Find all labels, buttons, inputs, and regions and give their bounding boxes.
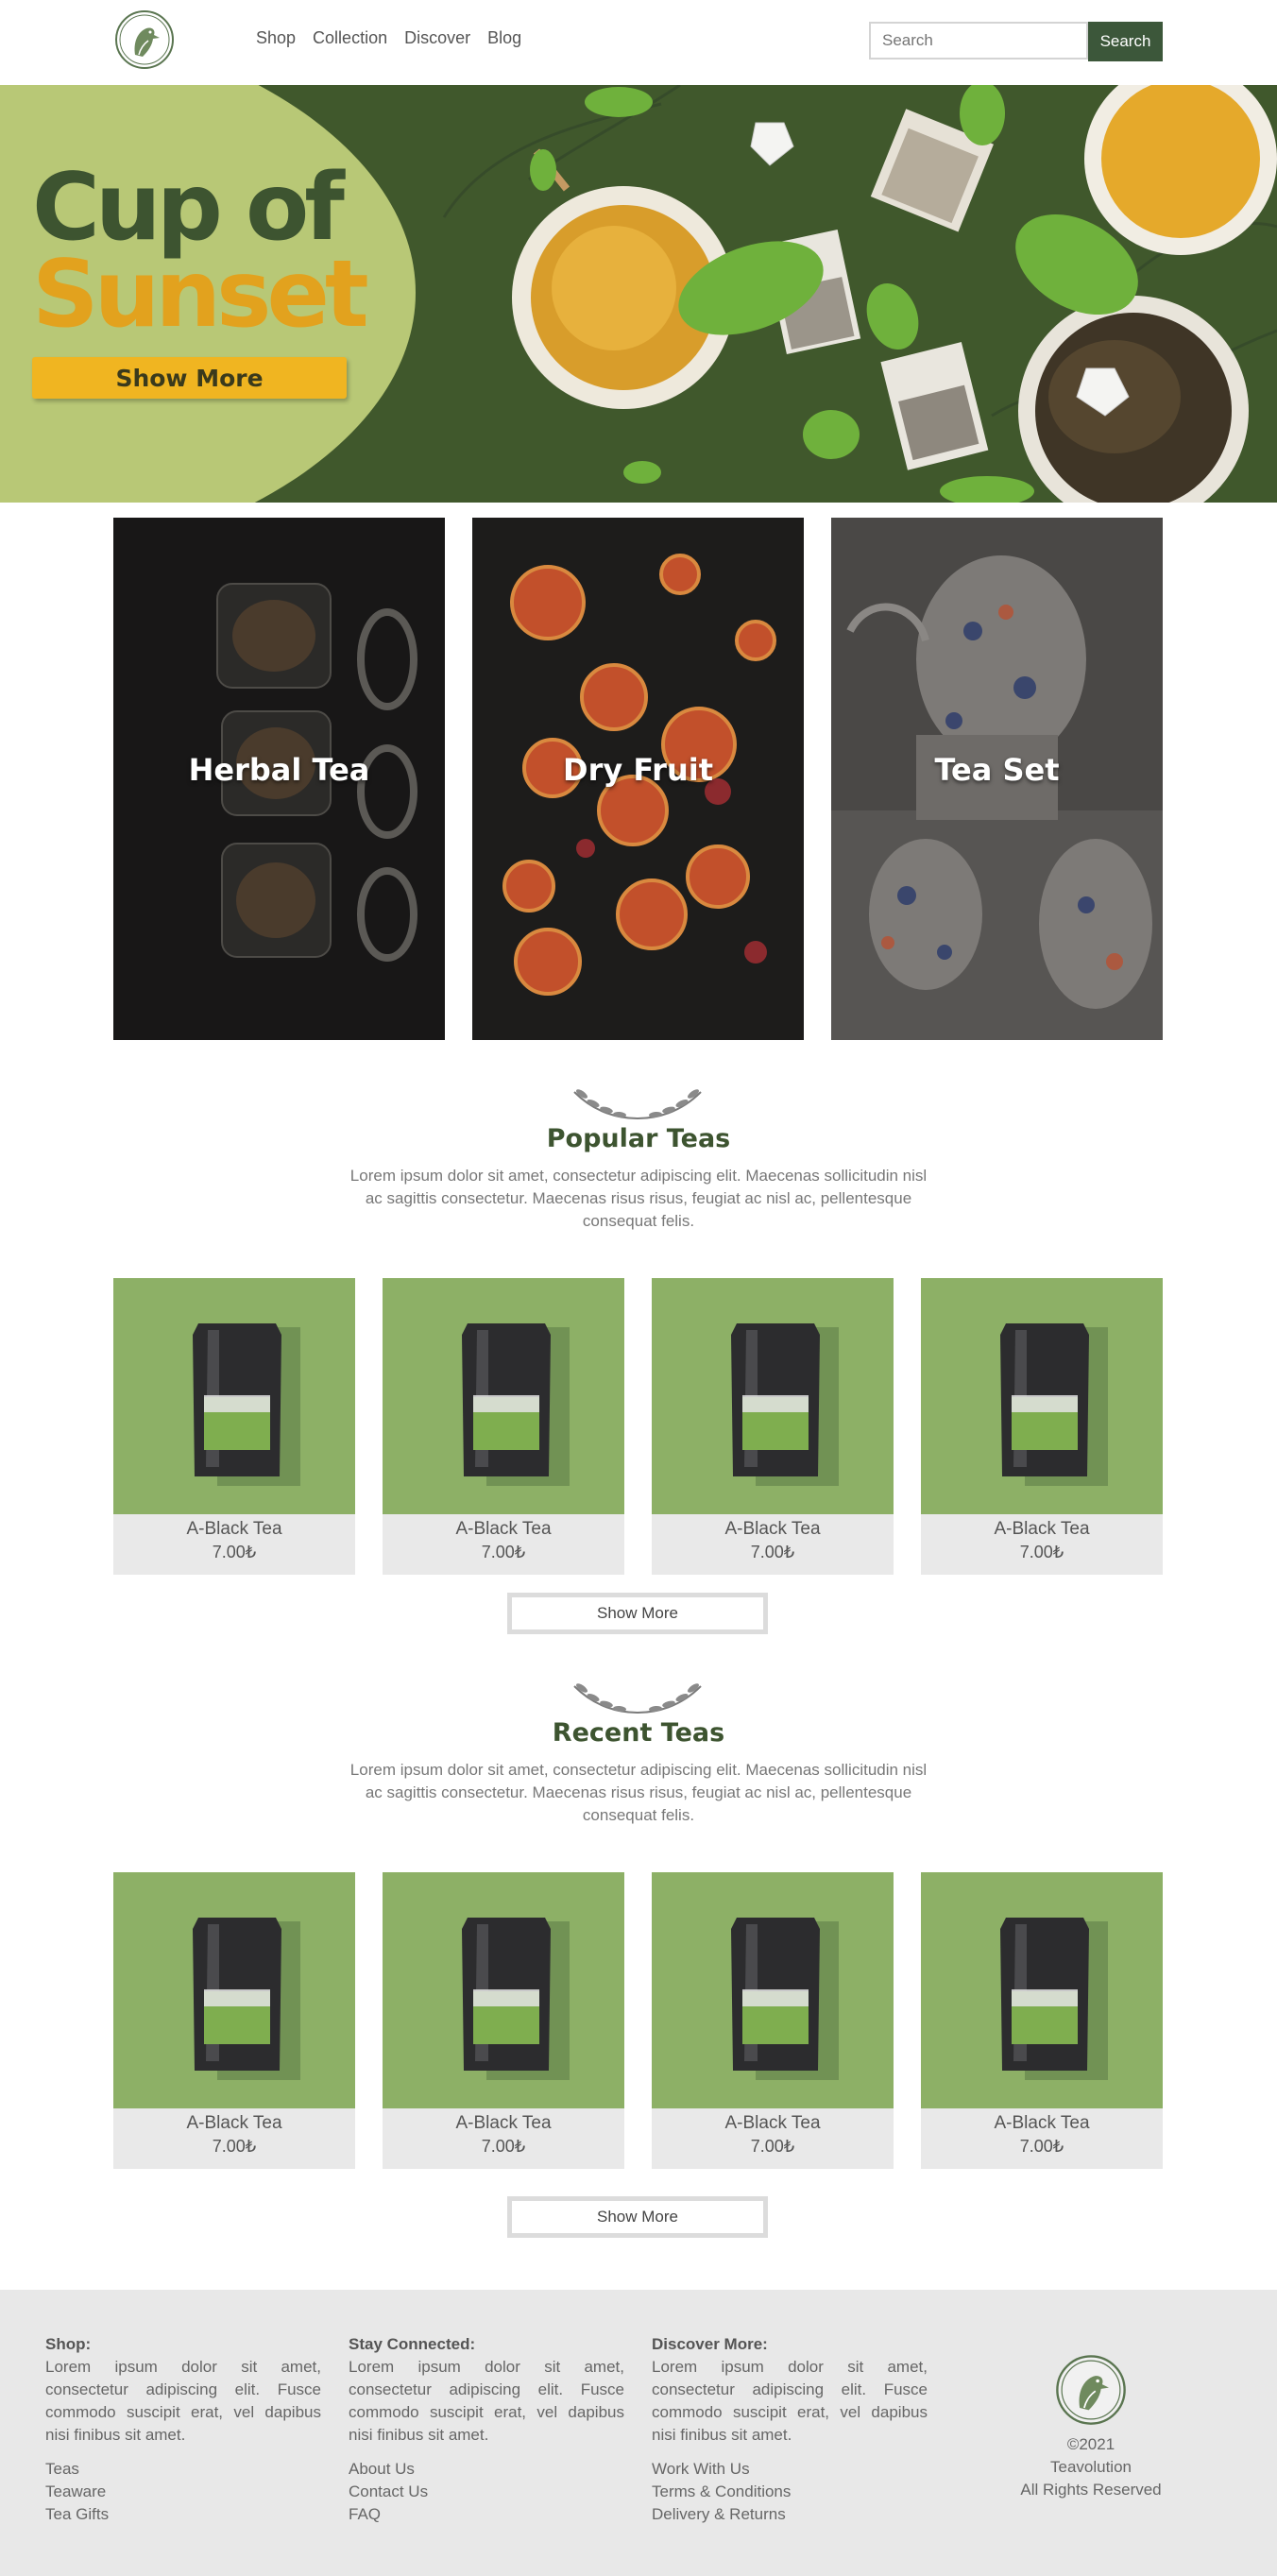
footer-column-text: Lorem ipsum dolor sit amet, consectetur … <box>652 2358 928 2444</box>
recent-section-title: Recent Teas <box>552 1718 725 1748</box>
product-price: 7.00₺ <box>1019 2137 1064 2156</box>
hero-title-line2: Sunset <box>32 241 369 349</box>
nav-collection[interactable]: Collection <box>313 28 387 48</box>
product-image <box>652 1872 894 2108</box>
footer-link-teaware[interactable]: Teaware <box>45 2481 321 2503</box>
product-image <box>921 1278 1163 1514</box>
product-name: A-Black Tea <box>994 1519 1090 1539</box>
footer-column-title: Shop: <box>45 2335 92 2353</box>
popular-show-more-button[interactable]: Show More <box>507 1593 768 1634</box>
product-info: A-Black Tea 7.00₺ <box>921 1514 1163 1575</box>
site-header: Shop Collection Discover Blog Search <box>0 0 1277 83</box>
product-image <box>652 1278 894 1514</box>
product-price: 7.00₺ <box>1019 1543 1064 1561</box>
product-price: 7.00₺ <box>481 2137 526 2156</box>
site-footer: Shop: Lorem ipsum dolor sit amet, consec… <box>0 2290 1277 2576</box>
footer-column-stay-connected: Stay Connected: Lorem ipsum dolor sit am… <box>349 2335 624 2526</box>
category-label: Tea Set <box>934 752 1060 788</box>
product-image <box>383 1872 624 2108</box>
product-name: A-Black Tea <box>994 2113 1090 2133</box>
product-image <box>921 1872 1163 2108</box>
product-name: A-Black Tea <box>186 1519 282 1539</box>
footer-link-work-with-us[interactable]: Work With Us <box>652 2458 928 2481</box>
footer-column-title: Discover More: <box>652 2335 768 2353</box>
product-card[interactable]: A-Black Tea 7.00₺ <box>113 1278 355 1575</box>
footer-column-title: Stay Connected: <box>349 2335 476 2353</box>
footer-link-tea-gifts[interactable]: Tea Gifts <box>45 2503 321 2526</box>
product-name: A-Black Tea <box>455 1519 552 1539</box>
product-info: A-Black Tea 7.00₺ <box>113 1514 355 1575</box>
product-card[interactable]: A-Black Tea 7.00₺ <box>113 1872 355 2169</box>
product-info: A-Black Tea 7.00₺ <box>383 1514 624 1575</box>
footer-brand-name: Teavolution <box>1049 2458 1132 2476</box>
footer-copyright: ©2021 <box>1066 2435 1115 2453</box>
popular-section-title: Popular Teas <box>546 1124 731 1153</box>
bird-logo-icon[interactable] <box>114 9 175 70</box>
search-input[interactable] <box>869 22 1088 60</box>
product-image <box>383 1278 624 1514</box>
product-card[interactable]: A-Black Tea 7.00₺ <box>383 1278 624 1575</box>
hero-title: Cup of Sunset <box>32 154 369 349</box>
product-price: 7.00₺ <box>750 2137 795 2156</box>
product-card[interactable]: A-Black Tea 7.00₺ <box>921 1872 1163 2169</box>
footer-link-terms[interactable]: Terms & Conditions <box>652 2481 928 2503</box>
footer-link-list: Teas Teaware Tea Gifts <box>45 2458 321 2526</box>
footer-link-about-us[interactable]: About Us <box>349 2458 624 2481</box>
footer-rights: All Rights Reserved <box>1020 2481 1162 2499</box>
footer-column-text: Lorem ipsum dolor sit amet, consectetur … <box>349 2358 624 2444</box>
footer-link-delivery-returns[interactable]: Delivery & Returns <box>652 2503 928 2526</box>
laurel-icon <box>573 1089 702 1119</box>
recent-section-description: Lorem ipsum dolor sit amet, consectetur … <box>349 1761 928 1824</box>
category-card-tea-set[interactable]: Tea Set <box>831 518 1163 1040</box>
product-price: 7.00₺ <box>212 2137 257 2156</box>
product-info: A-Black Tea 7.00₺ <box>921 2108 1163 2169</box>
hero-banner: Cup of Sunset Show More <box>0 85 1277 503</box>
category-card-herbal-tea[interactable]: Herbal Tea <box>113 518 445 1040</box>
product-info: A-Black Tea 7.00₺ <box>652 1514 894 1575</box>
footer-link-contact-us[interactable]: Contact Us <box>349 2481 624 2503</box>
product-info: A-Black Tea 7.00₺ <box>383 2108 624 2169</box>
product-image <box>113 1278 355 1514</box>
footer-column-discover-more: Discover More: Lorem ipsum dolor sit ame… <box>652 2335 928 2526</box>
nav-discover[interactable]: Discover <box>404 28 470 48</box>
footer-link-list: Work With Us Terms & Conditions Delivery… <box>652 2458 928 2526</box>
category-label: Dry Fruit <box>563 752 713 788</box>
product-card[interactable]: A-Black Tea 7.00₺ <box>921 1278 1163 1575</box>
product-info: A-Black Tea 7.00₺ <box>113 2108 355 2169</box>
product-name: A-Black Tea <box>186 2113 282 2133</box>
product-name: A-Black Tea <box>724 1519 821 1539</box>
product-price: 7.00₺ <box>481 1543 526 1561</box>
footer-column-text: Lorem ipsum dolor sit amet, consectetur … <box>45 2358 321 2444</box>
product-price: 7.00₺ <box>750 1543 795 1561</box>
main-nav: Shop Collection Discover Blog <box>256 28 521 48</box>
product-card[interactable]: A-Black Tea 7.00₺ <box>383 1872 624 2169</box>
product-info: A-Black Tea 7.00₺ <box>652 2108 894 2169</box>
product-card[interactable]: A-Black Tea 7.00₺ <box>652 1872 894 2169</box>
product-card[interactable]: A-Black Tea 7.00₺ <box>652 1278 894 1575</box>
footer-link-faq[interactable]: FAQ <box>349 2503 624 2526</box>
product-price: 7.00₺ <box>212 1543 257 1561</box>
search-button[interactable]: Search <box>1088 22 1163 61</box>
footer-link-list: About Us Contact Us FAQ <box>349 2458 624 2526</box>
hero-show-more-button[interactable]: Show More <box>32 357 347 399</box>
product-name: A-Black Tea <box>455 2113 552 2133</box>
recent-show-more-button[interactable]: Show More <box>507 2196 768 2238</box>
product-image <box>113 1872 355 2108</box>
nav-shop[interactable]: Shop <box>256 28 296 48</box>
category-label: Herbal Tea <box>188 752 370 788</box>
laurel-icon <box>573 1683 702 1714</box>
category-card-dry-fruit[interactable]: Dry Fruit <box>472 518 804 1040</box>
product-name: A-Black Tea <box>724 2113 821 2133</box>
bird-logo-icon <box>1056 2355 1126 2425</box>
footer-link-teas[interactable]: Teas <box>45 2458 321 2481</box>
footer-brand-block: ©2021 Teavolution All Rights Reserved <box>992 2354 1190 2501</box>
hero-title-line1: Cup of <box>32 154 345 262</box>
nav-blog[interactable]: Blog <box>487 28 521 48</box>
popular-section-description: Lorem ipsum dolor sit amet, consectetur … <box>349 1167 928 1230</box>
footer-column-shop: Shop: Lorem ipsum dolor sit amet, consec… <box>45 2335 321 2526</box>
